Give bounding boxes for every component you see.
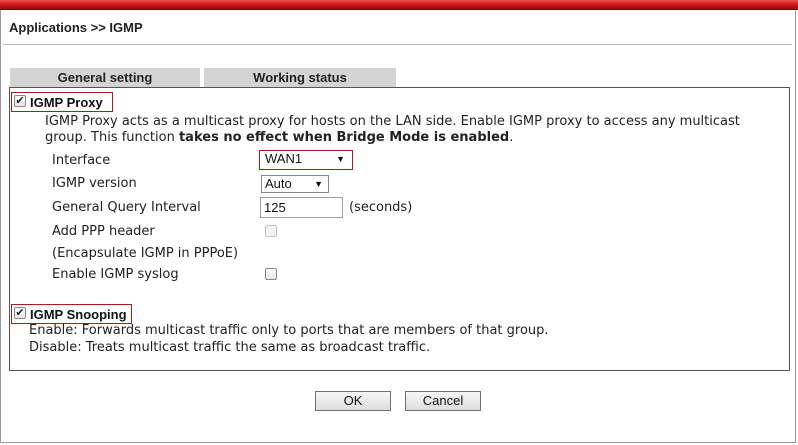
- query-interval-input[interactable]: 125: [260, 197, 343, 218]
- igmp-version-value: Auto: [265, 176, 292, 191]
- ok-button[interactable]: OK: [315, 391, 391, 411]
- description-text: group. This function: [45, 130, 179, 145]
- igmp-version-label: IGMP version: [52, 176, 137, 191]
- chevron-down-icon: ▼: [336, 154, 345, 164]
- interface-value: WAN1: [265, 151, 303, 166]
- breadcrumb: Applications >> IGMP: [9, 20, 143, 35]
- igmp-proxy-description-line2: group. This function takes no effect whe…: [45, 130, 513, 145]
- tab-general-setting[interactable]: General setting: [10, 68, 200, 87]
- description-bold-text: takes no effect when Bridge Mode is enab…: [178, 130, 510, 145]
- syslog-label: Enable IGMP syslog: [52, 267, 179, 282]
- igmp-proxy-label: IGMP Proxy: [30, 95, 103, 110]
- breadcrumb-divider: [3, 44, 792, 45]
- query-interval-unit: (seconds): [349, 200, 413, 215]
- snooping-disable-desc: Disable: Treats multicast traffic the sa…: [29, 340, 431, 355]
- ppp-header-note: (Encapsulate IGMP in PPPoE): [52, 246, 239, 261]
- igmp-snooping-label: IGMP Snooping: [30, 307, 127, 322]
- igmp-proxy-checkbox[interactable]: ✔: [14, 95, 26, 107]
- description-period: .: [509, 130, 514, 145]
- igmp-version-select[interactable]: Auto ▼: [261, 175, 329, 193]
- snooping-enable-desc: Enable: Forwards multicast traffic only …: [29, 323, 549, 338]
- igmp-snooping-checkbox[interactable]: ✔: [14, 307, 26, 319]
- syslog-checkbox[interactable]: [265, 268, 277, 280]
- query-interval-label: General Query Interval: [52, 200, 201, 215]
- interface-select[interactable]: WAN1 ▼: [262, 151, 350, 169]
- tab-working-status[interactable]: Working status: [204, 68, 396, 87]
- ppp-header-label: Add PPP header: [52, 224, 155, 239]
- ppp-header-checkbox[interactable]: [265, 225, 277, 237]
- top-accent-bar: [0, 0, 798, 10]
- interface-label: Interface: [52, 153, 111, 168]
- cancel-button[interactable]: Cancel: [405, 391, 481, 411]
- igmp-proxy-description-line1: IGMP Proxy acts as a multicast proxy for…: [45, 114, 740, 129]
- chevron-down-icon: ▼: [314, 179, 323, 189]
